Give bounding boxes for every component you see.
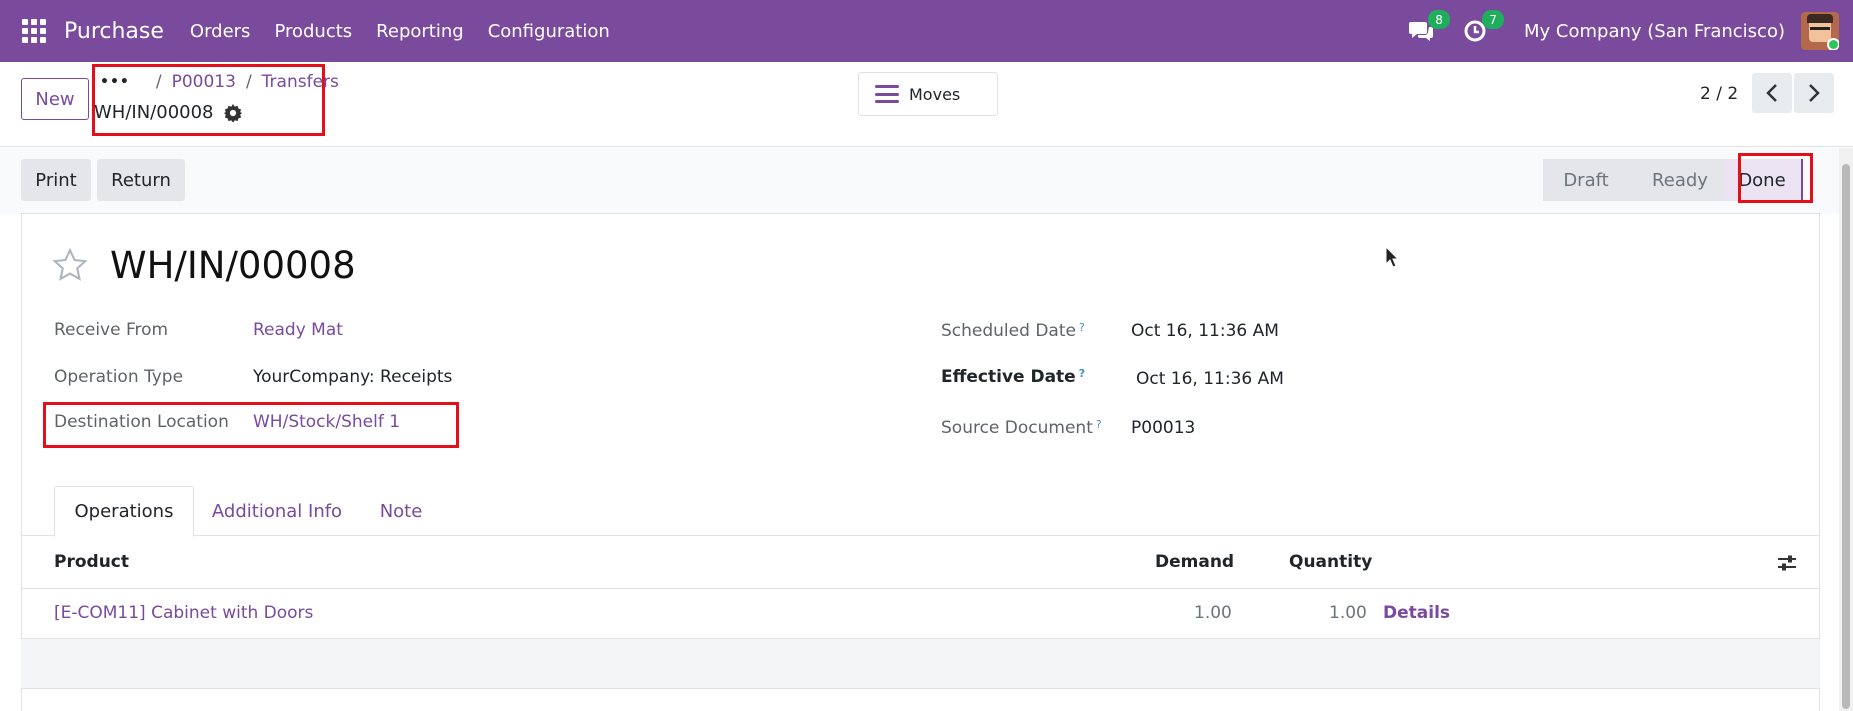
chevron-right-icon	[1809, 84, 1820, 102]
column-demand[interactable]: Demand	[1155, 552, 1234, 572]
column-settings-icon[interactable]	[1777, 554, 1797, 572]
row-quantity[interactable]: 1.00	[1329, 603, 1367, 623]
scheduled-date-label: Scheduled Date?	[941, 321, 1085, 341]
navbar-systray: 8 7 My Company (San Francisco)	[1406, 0, 1853, 62]
source-document-value[interactable]: P00013	[1131, 418, 1195, 438]
table-header: Product Demand Quantity	[21, 536, 1820, 589]
destination-location-value[interactable]: WH/Stock/Shelf 1	[253, 412, 400, 432]
help-icon[interactable]: ?	[1079, 367, 1085, 380]
effective-date-value[interactable]: Oct 16, 11:36 AM	[1136, 369, 1284, 389]
effective-date-label: Effective Date?	[941, 367, 1086, 387]
messages-badge: 8	[1428, 10, 1451, 29]
menu-products[interactable]: Products	[262, 21, 364, 42]
online-status-icon	[1827, 38, 1839, 50]
menu-orders[interactable]: Orders	[178, 21, 263, 42]
user-avatar[interactable]	[1801, 12, 1839, 50]
source-document-label: Source Document?	[941, 418, 1102, 438]
page-scrollbar[interactable]	[1839, 148, 1853, 711]
operation-type-label: Operation Type	[54, 367, 184, 387]
new-button[interactable]: New	[21, 78, 89, 120]
receive-from-label: Receive From	[54, 320, 169, 340]
destination-location-label: Destination Location	[54, 412, 229, 432]
tab-note[interactable]: Note	[369, 486, 433, 537]
column-product[interactable]: Product	[54, 552, 129, 572]
row-details-button[interactable]: Details	[1383, 603, 1450, 623]
list-icon	[875, 85, 899, 103]
gear-icon[interactable]	[223, 103, 242, 122]
breadcrumb-ellipsis[interactable]: •••	[100, 74, 130, 90]
breadcrumb-separator: /	[155, 72, 162, 92]
menu-reporting[interactable]: Reporting	[364, 21, 476, 42]
row-product[interactable]: [E-COM11] Cabinet with Doors	[54, 603, 313, 623]
top-navbar: Purchase Orders Products Reporting Confi…	[0, 0, 1853, 62]
row-demand: 1.00	[1194, 603, 1232, 623]
app-name[interactable]: Purchase	[64, 19, 164, 44]
help-icon[interactable]: ?	[1079, 321, 1085, 334]
tab-operations[interactable]: Operations	[54, 486, 194, 537]
notebook-tabs: Operations Additional Info Note	[21, 486, 1820, 537]
done-highlight	[1738, 153, 1813, 203]
stage-draft[interactable]: Draft	[1543, 159, 1629, 201]
breadcrumb-separator: /	[245, 72, 252, 92]
record-name: WH/IN/00008	[94, 102, 242, 123]
scrollbar-thumb[interactable]	[1842, 164, 1850, 709]
control-panel: New ••• / P00013 / Transfers WH/IN/00008…	[0, 62, 1853, 147]
empty-table-row	[21, 639, 1820, 689]
operation-type-value[interactable]: YourCompany: Receipts	[253, 367, 452, 387]
chevron-left-icon	[1766, 84, 1777, 102]
star-icon[interactable]	[52, 248, 88, 282]
tab-additional-info[interactable]: Additional Info	[199, 486, 355, 537]
breadcrumb: ••• / P00013 / Transfers	[100, 72, 339, 92]
breadcrumb-transfers[interactable]: Transfers	[262, 72, 339, 92]
table-row[interactable]: [E-COM11] Cabinet with Doors 1.00 1.00 D…	[21, 589, 1820, 639]
pager-previous-button[interactable]	[1752, 73, 1792, 113]
return-button[interactable]: Return	[97, 159, 185, 201]
menu-configuration[interactable]: Configuration	[476, 21, 622, 42]
record-name-text: WH/IN/00008	[94, 102, 214, 123]
status-bar: Print Return Draft Ready Done	[0, 148, 1853, 214]
activities-button[interactable]: 7	[1460, 10, 1505, 46]
help-icon[interactable]: ?	[1096, 418, 1102, 431]
activities-badge: 7	[1482, 10, 1505, 29]
messages-button[interactable]: 8	[1406, 10, 1451, 46]
apps-grid-icon[interactable]	[22, 19, 46, 43]
mouse-cursor-icon	[1385, 246, 1399, 268]
moves-smart-button[interactable]: Moves	[858, 72, 998, 116]
company-switcher[interactable]: My Company (San Francisco)	[1524, 21, 1785, 42]
pager-value[interactable]: 2 / 2	[1700, 84, 1738, 104]
stage-ready[interactable]: Ready	[1629, 159, 1723, 201]
pager-next-button[interactable]	[1794, 73, 1834, 113]
main-menu: Orders Products Reporting Configuration	[178, 21, 622, 42]
column-quantity[interactable]: Quantity	[1289, 552, 1372, 572]
receive-from-value[interactable]: Ready Mat	[253, 320, 343, 340]
scheduled-date-value[interactable]: Oct 16, 11:36 AM	[1131, 321, 1279, 341]
record-title: WH/IN/00008	[110, 244, 356, 287]
print-button[interactable]: Print	[21, 159, 91, 201]
breadcrumb-purchase-order[interactable]: P00013	[172, 72, 236, 92]
moves-label: Moves	[909, 84, 961, 104]
